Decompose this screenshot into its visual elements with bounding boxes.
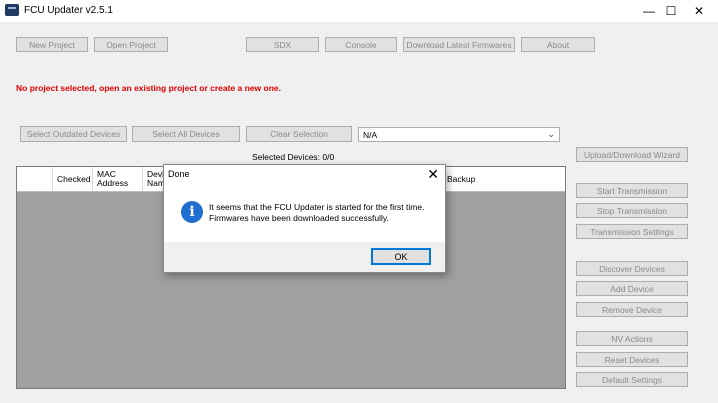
default-settings-button[interactable]: Default Settings [576,372,688,387]
open-project-button[interactable]: Open Project [94,37,168,52]
about-button[interactable]: About [521,37,595,52]
title-bar: FCU Updater v2.5.1 — ☐ ✕ [0,0,718,22]
info-icon: i [181,201,203,223]
start-transmission-button[interactable]: Start Transmission [576,183,688,198]
dialog-message: It seems that the FCU Updater is started… [209,202,424,224]
dialog-message-line-1: It seems that the FCU Updater is started… [209,202,425,212]
column-checked[interactable]: Checked [53,167,93,191]
window-title: FCU Updater v2.5.1 [24,5,113,16]
reset-devices-button[interactable]: Reset Devices [576,352,688,367]
upload-download-wizard-button[interactable]: Upload/Download Wizard [576,147,688,162]
remove-device-button[interactable]: Remove Device [576,302,688,317]
device-filter-dropdown[interactable]: N/A ⌄ [358,127,560,142]
nv-actions-button[interactable]: NV Actions [576,331,688,346]
column-mac-label-2: Address [97,178,129,188]
ok-button[interactable]: OK [371,248,431,265]
dialog-message-line-2: Firmwares have been downloaded successfu… [209,213,389,223]
transmission-settings-button[interactable]: Transmission Settings [576,224,688,239]
select-outdated-button[interactable]: Select Outdated Devices [20,126,127,142]
add-device-button[interactable]: Add Device [576,281,688,296]
app-icon [5,4,19,16]
close-button[interactable]: ✕ [676,0,718,22]
dialog-footer: OK [164,242,445,272]
sdx-button[interactable]: SDX [246,37,319,52]
column-backup[interactable]: Backup [443,167,565,191]
column-checked-label: Checked [57,173,91,184]
column-backup-label: Backup [447,173,476,184]
select-all-button[interactable]: Select All Devices [132,126,240,142]
no-project-warning: No project selected, open an existing pr… [16,83,281,93]
close-icon[interactable]: ✕ [427,166,439,183]
dialog-title: Done [168,169,190,179]
console-button[interactable]: Console [325,37,397,52]
discover-devices-button[interactable]: Discover Devices [576,261,688,276]
download-firmwares-button[interactable]: Download Latest Firmwares [403,37,515,52]
stop-transmission-button[interactable]: Stop Transmission [576,203,688,218]
chevron-down-icon: ⌄ [547,129,555,139]
clear-selection-button[interactable]: Clear Selection [246,126,352,142]
column-mac-address[interactable]: MAC Address [93,167,143,191]
new-project-button[interactable]: New Project [16,37,88,52]
dropdown-value: N/A [363,130,378,140]
done-dialog: Done ✕ i It seems that the FCU Updater i… [163,164,446,273]
row-header-column [17,167,53,191]
selected-devices-count: Selected Devices: 0/0 [252,152,335,162]
